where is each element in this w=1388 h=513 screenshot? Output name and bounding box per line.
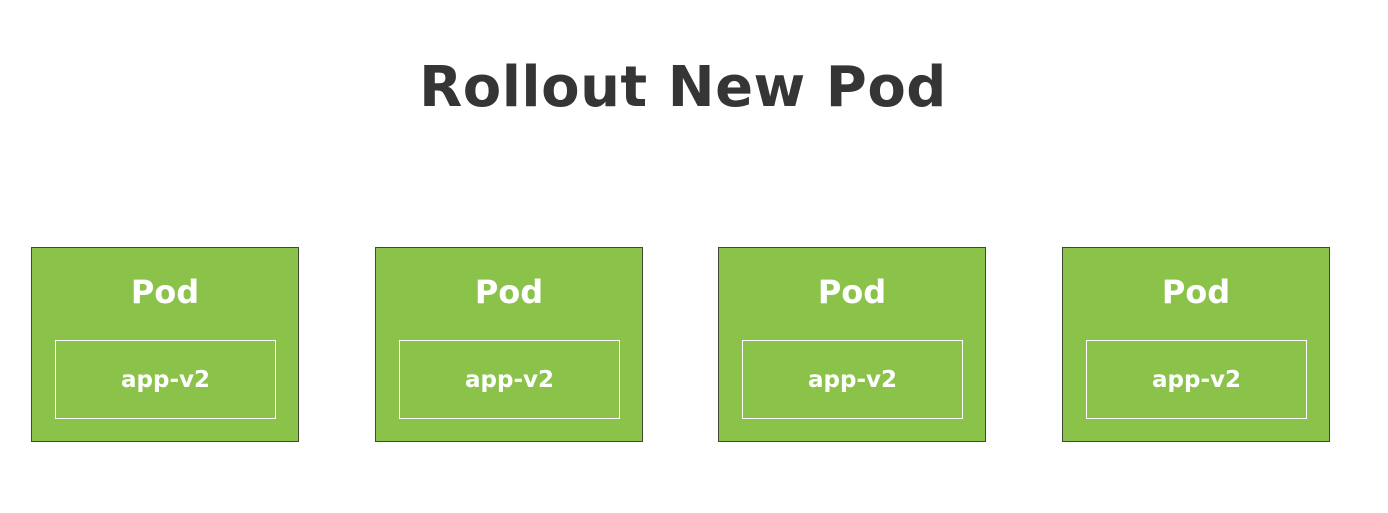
- pod-label: Pod: [474, 273, 544, 311]
- pod-label: Pod: [817, 273, 887, 311]
- container-box: app-v2: [742, 340, 963, 419]
- container-label: app-v2: [465, 366, 554, 393]
- pod-box-3: Pod app-v2: [718, 247, 986, 442]
- container-label: app-v2: [121, 366, 210, 393]
- container-label: app-v2: [808, 366, 897, 393]
- pod-label: Pod: [1161, 273, 1231, 311]
- container-box: app-v2: [1086, 340, 1307, 419]
- container-box: app-v2: [399, 340, 620, 419]
- pod-box-4: Pod app-v2: [1062, 247, 1330, 442]
- pod-box-1: Pod app-v2: [31, 247, 299, 442]
- container-label: app-v2: [1152, 366, 1241, 393]
- slide-title: Rollout New Pod: [419, 55, 947, 120]
- pod-label: Pod: [130, 273, 200, 311]
- pod-box-2: Pod app-v2: [375, 247, 643, 442]
- container-box: app-v2: [55, 340, 276, 419]
